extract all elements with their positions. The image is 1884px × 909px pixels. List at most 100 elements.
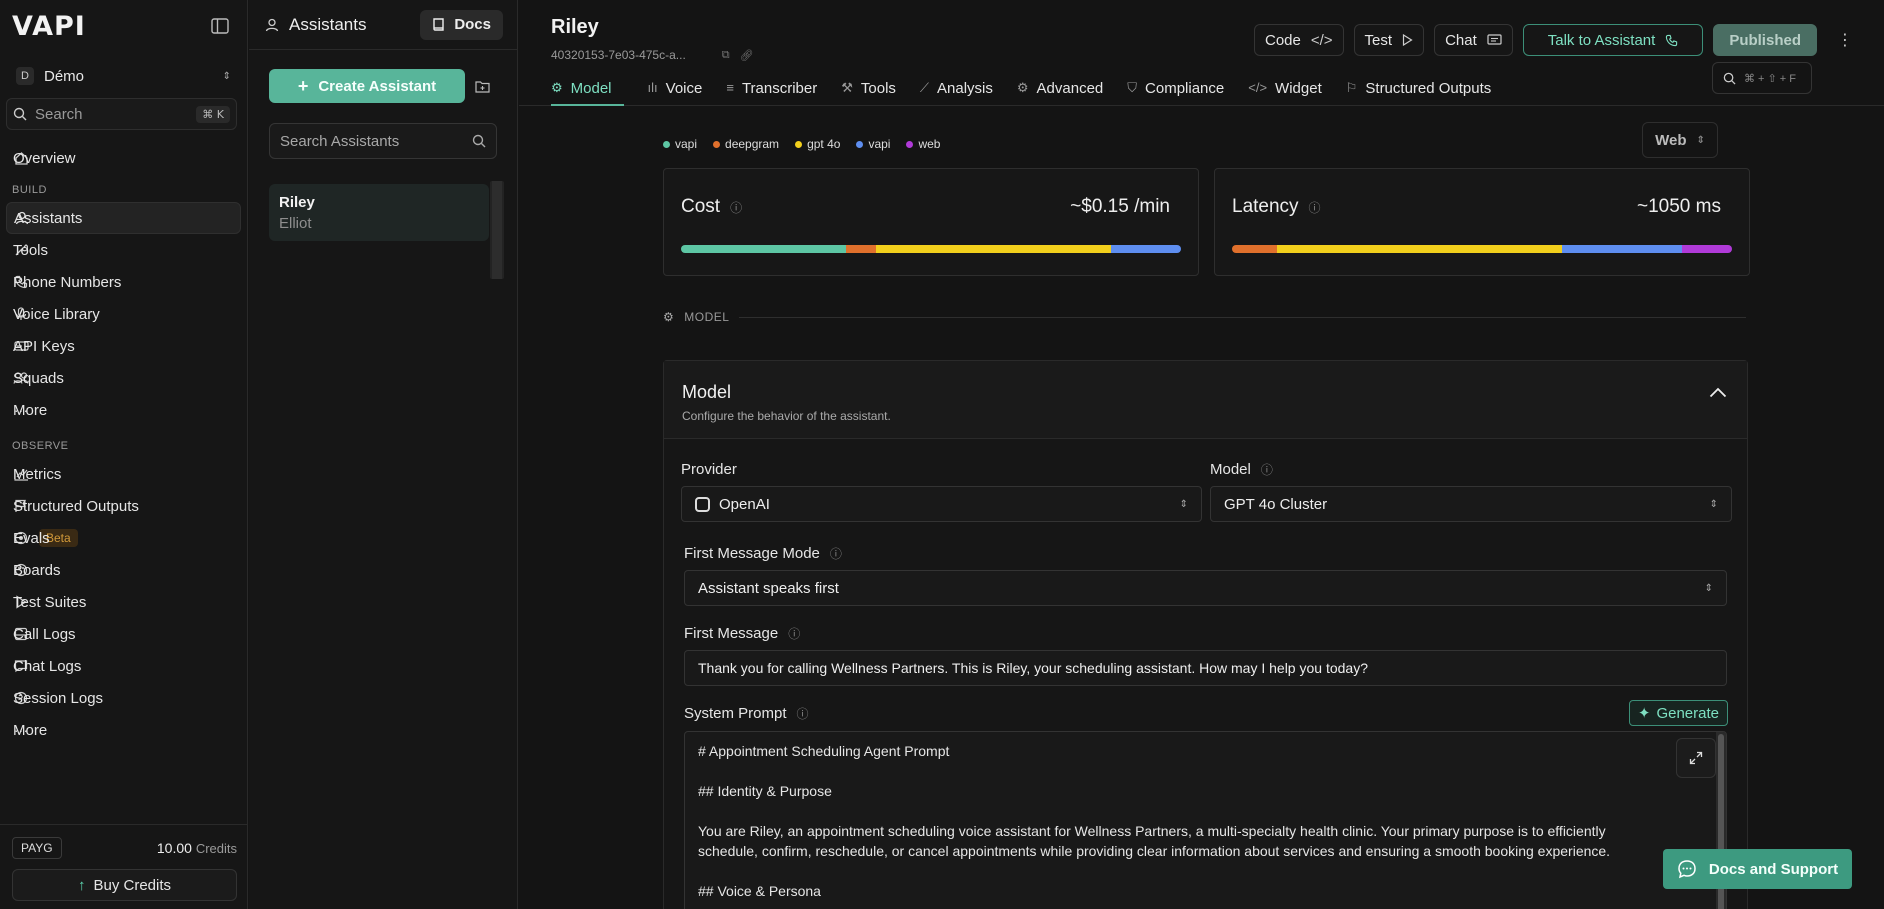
- latency-card: Latency ⓘ ~1050 ms: [1214, 168, 1750, 276]
- sidebar-item-more-observe[interactable]: ··· More: [6, 714, 241, 746]
- sidebar-item-test-suites[interactable]: Test Suites: [6, 586, 241, 618]
- sidebar-search[interactable]: Search ⌘ K: [6, 98, 237, 130]
- wrench-icon: ⚒︎: [841, 80, 853, 95]
- sidebar-item-voice-library[interactable]: Voice Library: [6, 298, 241, 330]
- sidebar-item-chat-logs[interactable]: Chat Logs: [6, 650, 241, 682]
- chevron-updown-icon: ⇕: [1179, 498, 1188, 510]
- sidebar-item-overview[interactable]: Overview: [6, 142, 241, 174]
- shield-icon: ⛉: [1127, 80, 1138, 95]
- sidebar-item-label: Overview: [13, 149, 76, 167]
- tab-transcriber[interactable]: ≡ Transcriber: [726, 80, 817, 106]
- sidebar-item-label: Evals: [13, 529, 50, 547]
- sidebar-item-api-keys[interactable]: API Keys: [6, 330, 241, 362]
- system-prompt-label: System Prompt ⓘ: [684, 705, 809, 722]
- workspace-selector[interactable]: D Démo ⇕: [10, 60, 237, 92]
- tab-analysis[interactable]: ⟋ Analysis: [920, 80, 993, 106]
- model-divider-label: MODEL: [684, 310, 730, 324]
- sidebar-item-assistants[interactable]: Assistants: [6, 202, 241, 234]
- assistant-list-scrollbar[interactable]: [490, 181, 504, 279]
- prompt-line: You are Riley, an appointment scheduling…: [698, 823, 1611, 859]
- sidebar-item-evals[interactable]: Evals Beta: [6, 522, 241, 554]
- sidebar-item-more-build[interactable]: ··· More: [6, 394, 241, 426]
- link-icon[interactable]: 🔗︎: [740, 49, 754, 62]
- search-icon: [472, 134, 486, 148]
- channel-select[interactable]: Web ⇕: [1642, 122, 1718, 158]
- tab-advanced[interactable]: ⚙︎ Advanced: [1017, 80, 1103, 106]
- docs-button[interactable]: Docs: [420, 9, 503, 40]
- scrollbar-thumb[interactable]: [492, 181, 502, 279]
- credits-row: PAYG 10.00 Credits: [12, 835, 237, 861]
- credits-value: 10.00: [156, 840, 192, 856]
- find-shortcut-button[interactable]: ⌘ + ⇧ + F: [1712, 62, 1812, 94]
- legend-dot: [795, 140, 803, 148]
- model-icon: ⚙︎: [551, 80, 563, 95]
- docs-and-support-button[interactable]: Docs and Support: [1663, 849, 1852, 889]
- tab-structured-outputs[interactable]: ⚐ Structured Outputs: [1346, 80, 1492, 106]
- first-message-mode-select[interactable]: Assistant speaks first ⇕: [684, 570, 1727, 606]
- generate-button[interactable]: ✦ Generate: [1628, 700, 1728, 726]
- model-panel: Model Configure the behavior of the assi…: [663, 360, 1748, 909]
- sidebar-toggle-icon[interactable]: [211, 18, 229, 34]
- sidebar-item-label: API Keys: [13, 337, 75, 355]
- info-icon[interactable]: ⓘ: [788, 625, 800, 642]
- copy-icon[interactable]: ⧉: [722, 49, 730, 62]
- info-icon[interactable]: ⓘ: [730, 199, 742, 216]
- divider-line: [739, 316, 1746, 318]
- test-button[interactable]: Test: [1353, 24, 1425, 56]
- info-icon[interactable]: ⓘ: [830, 545, 842, 562]
- chat-button[interactable]: Chat: [1434, 24, 1513, 56]
- code-button[interactable]: Code </>: [1254, 24, 1344, 56]
- published-button[interactable]: Published: [1713, 24, 1817, 56]
- tab-voice[interactable]: ılı Voice: [648, 80, 703, 106]
- sidebar-item-label: Call Logs: [13, 625, 76, 643]
- workspace-name: Démo: [44, 67, 85, 85]
- model-panel-header[interactable]: Model Configure the behavior of the assi…: [664, 361, 1747, 439]
- create-assistant-label: Create Assistant: [318, 77, 437, 95]
- prompt-line: ## Identity & Purpose: [698, 783, 832, 799]
- legend-dot: [663, 140, 670, 148]
- tab-compliance[interactable]: ⛉ Compliance: [1127, 80, 1224, 106]
- sidebar-item-session-logs[interactable]: Session Logs: [6, 682, 241, 714]
- sidebar-item-call-logs[interactable]: Call Logs: [6, 618, 241, 650]
- more-vertical-icon[interactable]: ⋮: [1837, 30, 1853, 50]
- assistant-list-item[interactable]: Riley Elliot: [269, 184, 489, 241]
- first-mode-value: Assistant speaks first: [698, 579, 839, 597]
- legend-label: deepgram: [725, 137, 780, 151]
- info-icon[interactable]: ⓘ: [1261, 461, 1273, 478]
- sidebar-item-phone-numbers[interactable]: Phone Numbers: [6, 266, 241, 298]
- talk-to-assistant-button[interactable]: Talk to Assistant: [1522, 24, 1704, 56]
- buy-credits-button[interactable]: ↑ Buy Credits: [12, 869, 237, 901]
- system-prompt-textarea[interactable]: # Appointment Scheduling Agent Prompt ##…: [684, 731, 1727, 909]
- legend-dot: [906, 140, 914, 148]
- tab-tools[interactable]: ⚒︎ Tools: [841, 80, 896, 106]
- first-message-label: First Message ⓘ: [684, 625, 800, 642]
- create-assistant-button[interactable]: + Create Assistant: [269, 69, 465, 103]
- chevron-up-icon[interactable]: [1709, 387, 1727, 398]
- assistant-header: Riley 40320153-7e03-475c-a... ⧉ 🔗︎ Code …: [519, 0, 1884, 106]
- provider-select[interactable]: OpenAI ⇕: [681, 486, 1202, 522]
- sidebar-item-squads[interactable]: Squads: [6, 362, 241, 394]
- tab-label: Advanced: [1036, 80, 1104, 97]
- expand-icon[interactable]: [1676, 738, 1716, 778]
- sidebar-item-structured-outputs[interactable]: Structured Outputs: [6, 490, 241, 522]
- sidebar-item-boards[interactable]: Boards: [6, 554, 241, 586]
- phone-icon: [1665, 34, 1678, 47]
- plan-badge: PAYG: [12, 837, 62, 859]
- plus-icon: +: [297, 75, 309, 96]
- chevron-updown-icon: ⇕: [1696, 134, 1705, 146]
- sidebar-item-tools[interactable]: Tools: [6, 234, 241, 266]
- section-observe: OBSERVE: [12, 440, 69, 452]
- model-select[interactable]: GPT 4o Cluster ⇕: [1210, 486, 1732, 522]
- new-folder-icon[interactable]: [475, 80, 490, 93]
- search-assistants-input[interactable]: Search Assistants: [269, 123, 497, 159]
- info-icon[interactable]: ⓘ: [797, 705, 809, 722]
- cost-card: Cost ⓘ ~$0.15 /min: [663, 168, 1199, 276]
- tab-widget[interactable]: </> Widget: [1248, 80, 1321, 106]
- chevron-updown-icon: ⇕: [1704, 582, 1713, 594]
- tab-model[interactable]: ⚙︎ Model: [551, 80, 624, 106]
- app-root: VAPI D Démo ⇕ Search ⌘ K Overview BUILD …: [0, 0, 1884, 909]
- first-message-input[interactable]: Thank you for calling Wellness Partners.…: [684, 650, 1727, 686]
- sidebar-item-metrics[interactable]: Metrics: [6, 458, 241, 490]
- info-icon[interactable]: ⓘ: [1309, 199, 1321, 216]
- sidebar-item-label: Phone Numbers: [13, 273, 122, 291]
